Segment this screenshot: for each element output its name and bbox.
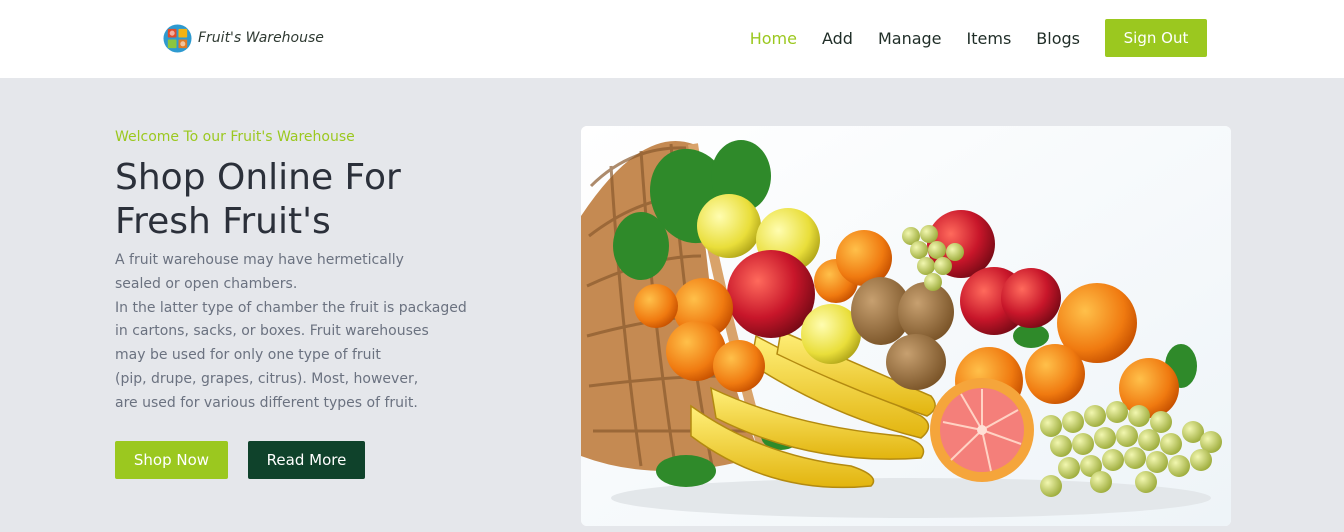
description-line: sealed or open chambers. (115, 275, 298, 292)
welcome-text: Welcome To our Fruit's Warehouse (115, 129, 355, 145)
read-more-button[interactable]: Read More (248, 441, 365, 479)
nav-manage[interactable]: Manage (878, 29, 942, 48)
nav-items[interactable]: Items (967, 29, 1012, 48)
hero-buttons: Shop Now Read More (115, 441, 365, 479)
main-nav: Home Add Manage Items Blogs Sign Out (750, 19, 1207, 57)
description-line: in cartons, sacks, or boxes. Fruit wareh… (115, 323, 429, 340)
nav-home[interactable]: Home (750, 29, 797, 48)
description-line: A fruit warehouse may have hermetically (115, 252, 404, 268)
nav-add[interactable]: Add (822, 29, 853, 48)
hero-description: A fruit warehouse may have hermetically … (115, 249, 535, 416)
brand-name: Fruit's Warehouse (198, 30, 324, 46)
brand[interactable]: Fruit's Warehouse (163, 23, 324, 53)
sign-out-button[interactable]: Sign Out (1105, 19, 1207, 57)
nav-blogs[interactable]: Blogs (1036, 29, 1080, 48)
navbar: Fruit's Warehouse Home Add Manage Items … (0, 0, 1344, 78)
description-line: (pip, drupe, grapes, citrus). Most, howe… (115, 370, 419, 387)
fruit-logo-icon (163, 23, 192, 53)
hero-title: Shop Online For Fresh Fruit's (115, 156, 535, 244)
hero-title-line: Shop Online For (115, 157, 401, 198)
description-line: In the latter type of chamber the fruit … (115, 299, 467, 316)
hero-fruit-basket-image (581, 126, 1231, 526)
fruit-basket-illustration (581, 126, 1231, 526)
description-line: are used for various different types of … (115, 394, 418, 411)
hero-text: Welcome To our Fruit's Warehouse Shop On… (115, 127, 535, 416)
description-line: may be used for only one type of fruit (115, 347, 381, 364)
hero-title-line: Fresh Fruit's (115, 201, 331, 242)
shop-now-button[interactable]: Shop Now (115, 441, 228, 479)
